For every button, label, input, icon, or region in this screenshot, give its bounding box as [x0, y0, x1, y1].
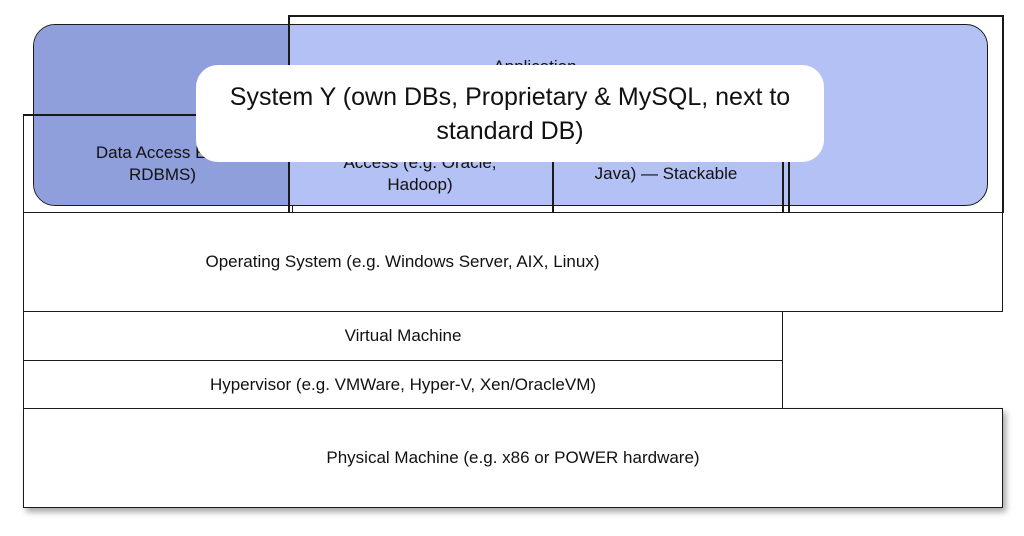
application-top-edge [288, 15, 1003, 17]
physical-machine-layer: Physical Machine (e.g. x86 or POWER hard… [23, 408, 1003, 508]
application-right-edge [1002, 15, 1004, 213]
operating-system-layer: Operating System (e.g. Windows Server, A… [23, 212, 1003, 312]
hypervisor-label: Hypervisor (e.g. VMWare, Hyper-V, Xen/Or… [209, 374, 597, 394]
system-y-callout: System Y (own DBs, Proprietary & MySQL, … [196, 65, 824, 162]
callout-text: System Y (own DBs, Proprietary & MySQL, … [229, 82, 791, 145]
java-stackable-label: Java) — Stackable [594, 164, 738, 183]
hypervisor-layer: Hypervisor (e.g. VMWare, Hyper-V, Xen/Or… [23, 360, 783, 409]
virtual-machine-label: Virtual Machine [344, 326, 462, 345]
virtual-machine-layer: Virtual Machine [23, 311, 783, 361]
physical-machine-label: Physical Machine (e.g. x86 or POWER hard… [326, 448, 700, 467]
stack-diagram: Physical Machine (e.g. x86 or POWER hard… [0, 0, 1024, 536]
operating-system-label: Operating System (e.g. Windows Server, A… [205, 252, 600, 271]
